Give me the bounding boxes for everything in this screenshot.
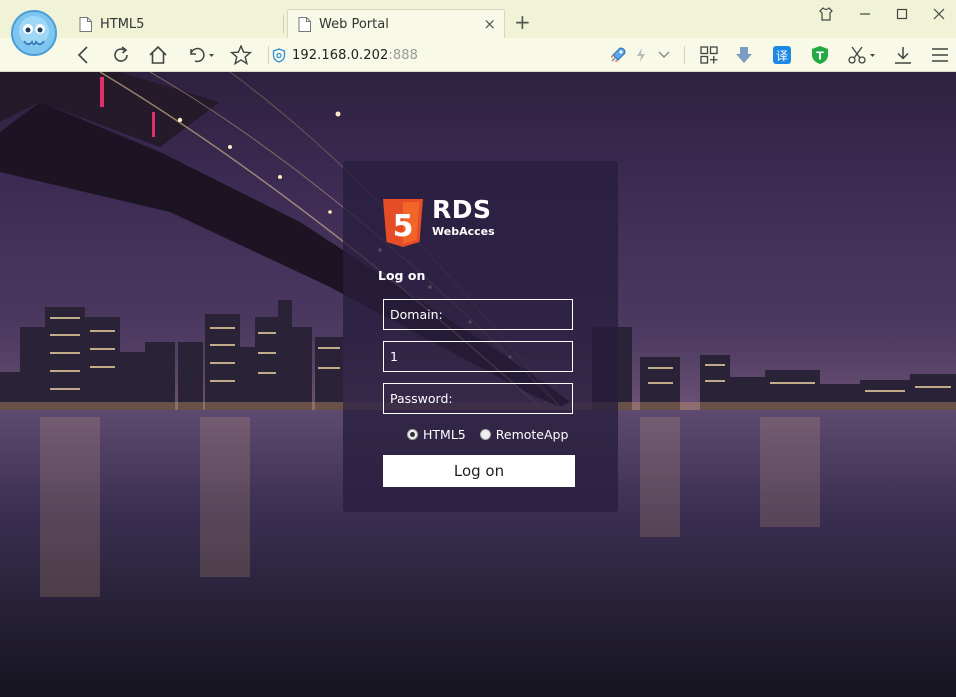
login-panel: 5 RDS WebAcces Log on HTML5 RemoteApp Lo… <box>343 161 618 512</box>
shield-icon <box>272 47 286 63</box>
brand-title: RDS <box>432 195 492 224</box>
skin-icon[interactable] <box>816 4 836 24</box>
html5-radio-label[interactable]: HTML5 <box>423 427 466 442</box>
remoteapp-radio[interactable] <box>479 429 491 440</box>
url-host: 192.168.0.202 <box>292 47 389 63</box>
download-arrow-icon[interactable] <box>732 43 756 67</box>
translate-icon[interactable]: 译 <box>770 43 794 67</box>
password-input[interactable] <box>383 383 573 414</box>
close-window-button[interactable] <box>929 4 949 24</box>
tab-title: HTML5 <box>100 16 145 32</box>
username-input[interactable] <box>383 341 573 372</box>
tab-title: Web Portal <box>319 17 389 32</box>
security-glyph: T <box>816 50 824 63</box>
scissors-icon[interactable] <box>845 43 879 67</box>
new-tab-button[interactable]: + <box>514 11 531 33</box>
tab-close-button[interactable]: × <box>483 16 496 32</box>
chevron-down-icon[interactable] <box>652 43 676 67</box>
html5-logo-glyph: 5 <box>393 209 414 244</box>
url-port: :888 <box>388 47 419 63</box>
rocket-icon[interactable] <box>606 43 630 67</box>
logon-button[interactable]: Log on <box>383 455 575 487</box>
home-icon[interactable] <box>146 43 170 67</box>
browser-tab-bar: HTML5 Web Portal × + <box>0 0 956 56</box>
login-heading: Log on <box>378 268 426 283</box>
minimize-button[interactable] <box>855 4 875 24</box>
brand-subtitle: WebAcces <box>432 225 495 238</box>
menu-icon[interactable] <box>928 43 952 67</box>
maximize-button[interactable] <box>892 4 912 24</box>
html5-radio[interactable] <box>407 429 418 440</box>
html5-logo-icon: 5 <box>383 199 423 247</box>
document-icon <box>298 17 311 32</box>
back-icon[interactable] <box>72 43 96 67</box>
reload-icon[interactable] <box>109 43 133 67</box>
document-icon <box>79 16 92 32</box>
tab-web-portal[interactable]: Web Portal × <box>287 9 505 39</box>
tab-html5[interactable]: HTML5 <box>69 9 284 39</box>
undo-icon[interactable] <box>184 43 218 67</box>
translate-glyph: 译 <box>776 49 788 63</box>
domain-input[interactable] <box>383 299 573 330</box>
browser-mascot-icon[interactable] <box>10 9 58 57</box>
mode-radio-group: HTML5 RemoteApp <box>407 427 582 442</box>
security-icon[interactable]: T <box>808 43 832 67</box>
apps-icon[interactable] <box>697 43 721 67</box>
url-text: 192.168.0.202:888 <box>292 48 418 63</box>
toolbar-separator <box>684 46 685 64</box>
lightning-icon[interactable] <box>629 43 653 67</box>
browser-toolbar: 192.168.0.202:888 译 T <box>0 38 956 72</box>
download-icon[interactable] <box>891 43 915 67</box>
remoteapp-radio-label[interactable]: RemoteApp <box>496 427 569 442</box>
toolbar-separator <box>268 46 269 64</box>
star-icon[interactable] <box>229 43 253 67</box>
web-portal-page: 5 RDS WebAcces Log on HTML5 RemoteApp Lo… <box>0 72 956 697</box>
